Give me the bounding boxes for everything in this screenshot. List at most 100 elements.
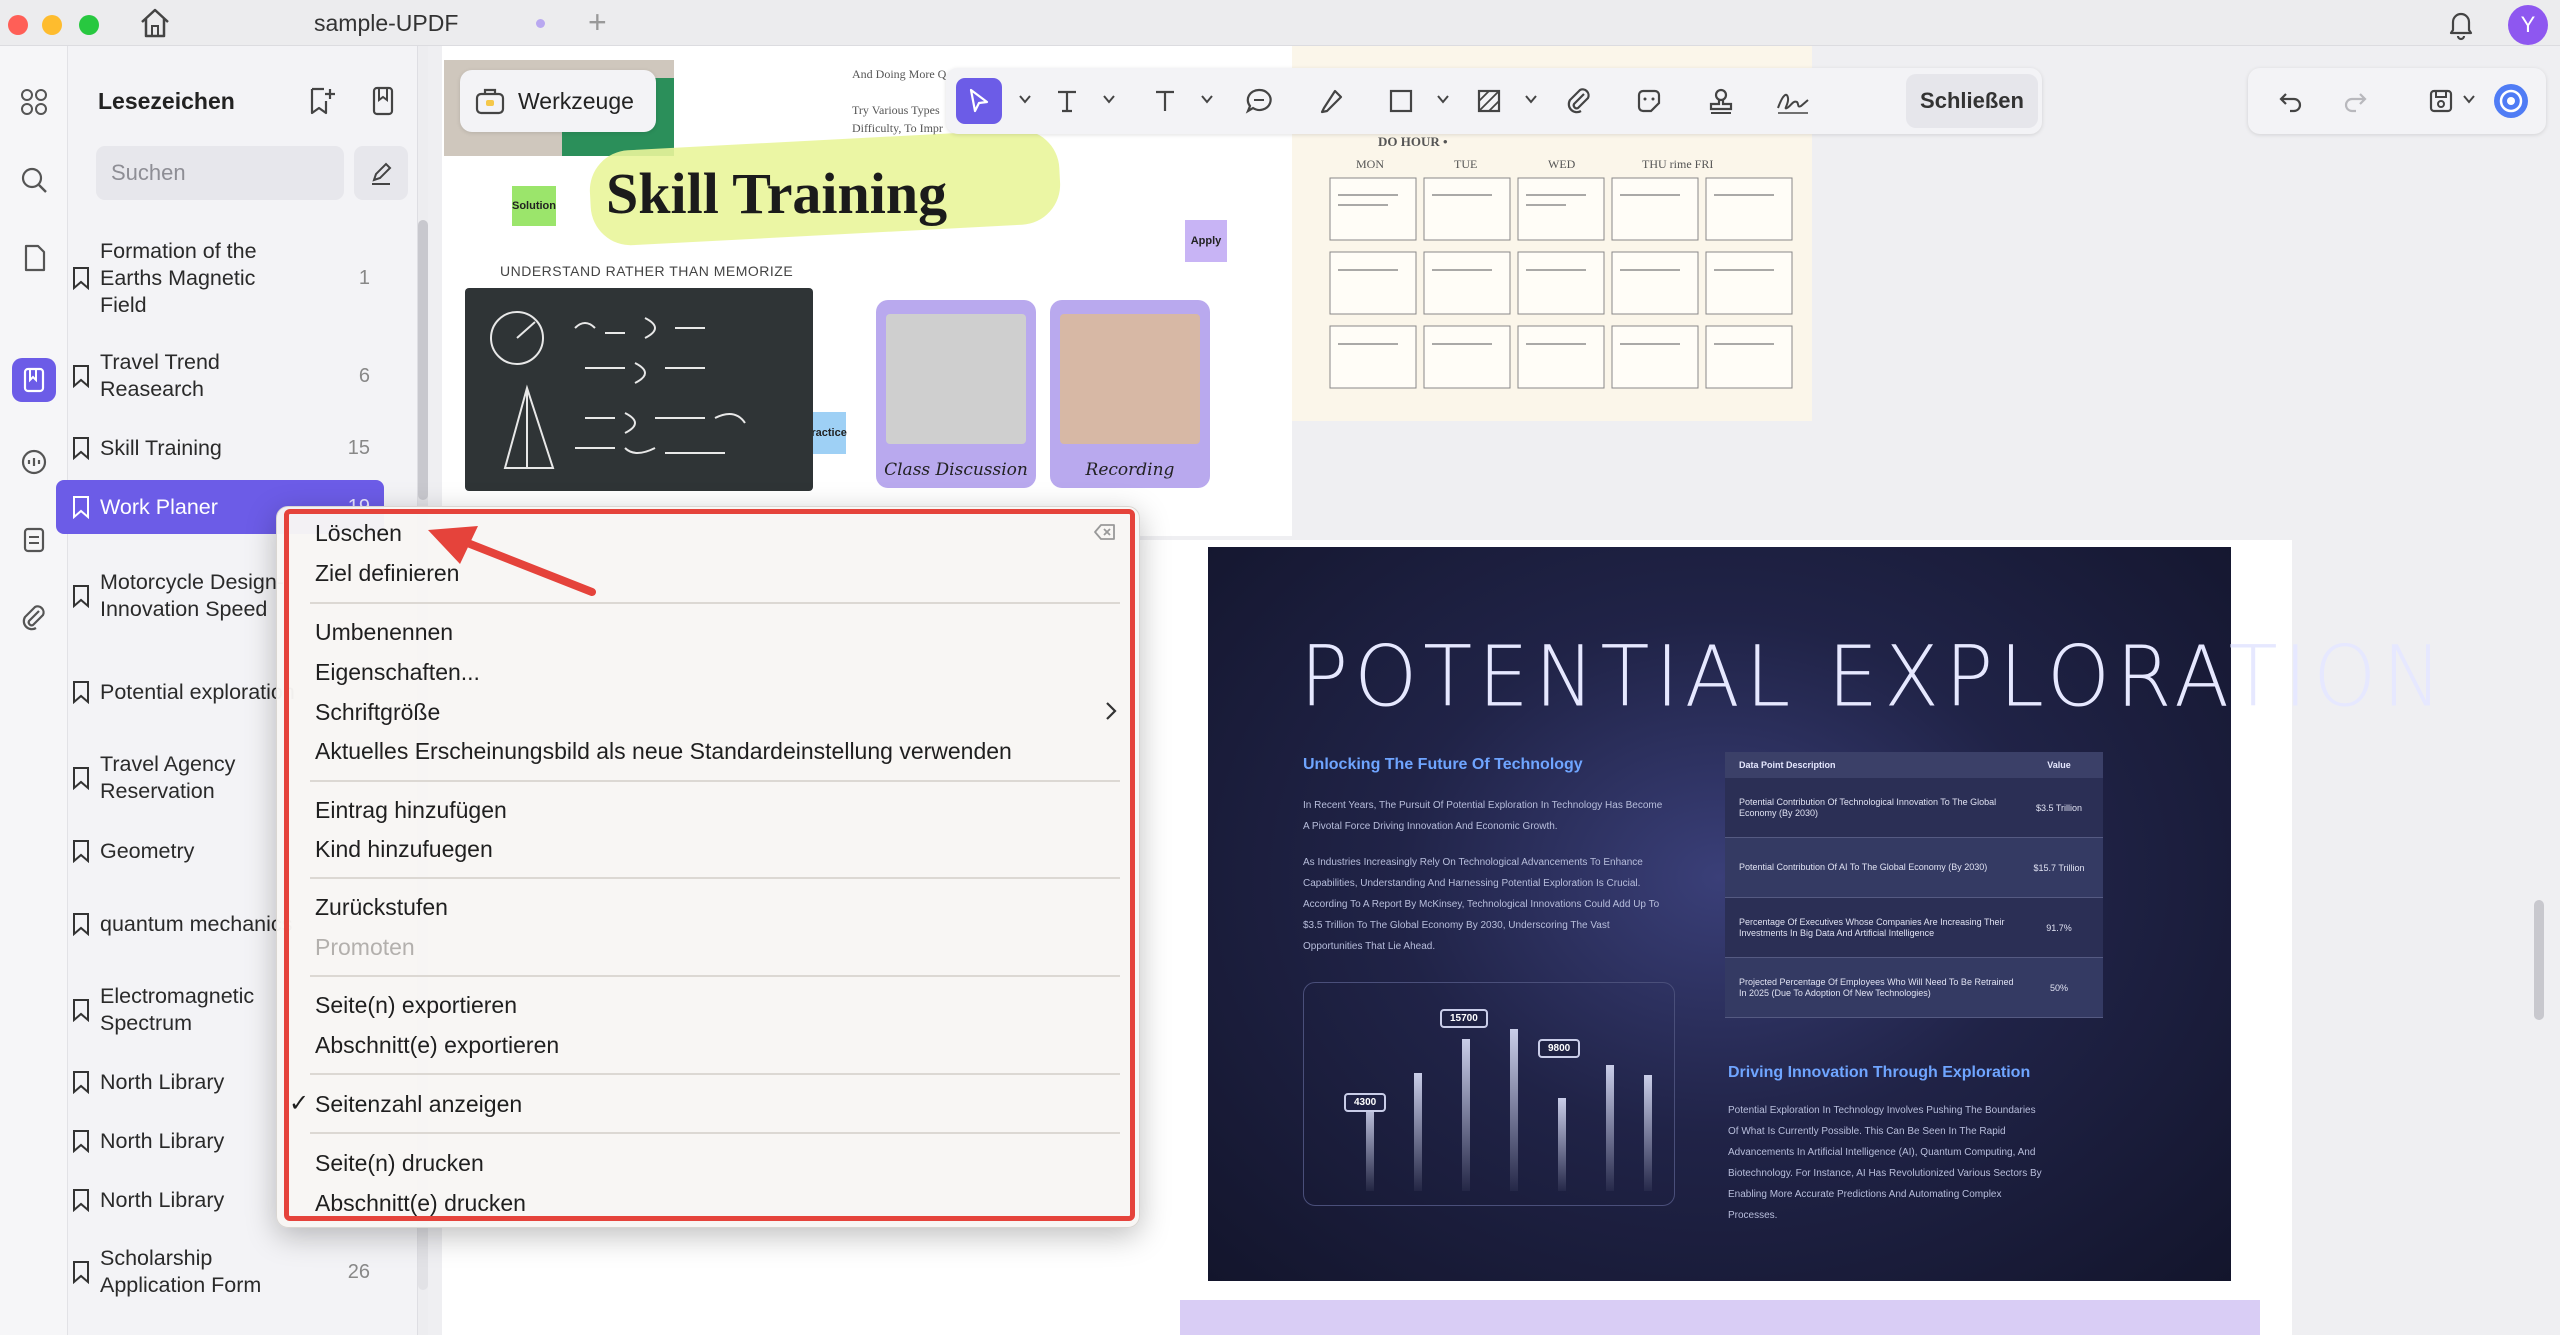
- signature-icon[interactable]: [1770, 78, 1816, 124]
- bookmark-icon: [73, 267, 89, 290]
- unsaved-dot-icon: [536, 19, 545, 28]
- panel-scrollbar-thumb[interactable]: [418, 220, 428, 500]
- menu-separator: [310, 1132, 1120, 1134]
- add-bookmark-icon[interactable]: [304, 84, 338, 118]
- menu-item-demote[interactable]: Zurückstufen: [315, 894, 448, 921]
- area-hatch-icon[interactable]: [1466, 78, 1512, 124]
- menu-item-set-default-appearance[interactable]: Aktuelles Erscheinungsbild als neue Stan…: [315, 738, 1012, 765]
- chevron-down-icon[interactable]: [2462, 92, 2476, 106]
- chevron-down-icon[interactable]: [1200, 92, 1214, 106]
- document-scrollbar-thumb[interactable]: [2534, 900, 2544, 1020]
- menu-item-show-page-number[interactable]: Seitenzahl anzeigen: [315, 1091, 522, 1118]
- table-row: Projected Percentage Of Employees Who Wi…: [1725, 958, 2103, 1018]
- chart-data-label: 9800: [1538, 1039, 1581, 1058]
- table-cell: $15.7 Trillion: [2033, 862, 2085, 873]
- save-icon[interactable]: [2418, 78, 2464, 124]
- home-icon[interactable]: [136, 6, 174, 40]
- chevron-down-icon[interactable]: [1102, 92, 1116, 106]
- menu-item-rename[interactable]: Umbenennen: [315, 619, 453, 646]
- notification-bell-icon[interactable]: [2443, 6, 2479, 42]
- table-header-cell: Value: [2047, 760, 2071, 770]
- bookmark-label: Potential exploration: [100, 679, 295, 704]
- thumbnails-grid-icon[interactable]: [12, 80, 56, 124]
- bookmark-icon: [73, 1189, 89, 1212]
- undo-icon[interactable]: [2268, 78, 2314, 124]
- pages-icon[interactable]: [12, 236, 56, 280]
- title-bar: sample-UPDF + Y: [0, 0, 2560, 46]
- ai-assistant-icon[interactable]: [2488, 78, 2534, 124]
- bookmark-icon: [73, 913, 89, 936]
- chevron-down-icon[interactable]: [1524, 92, 1538, 106]
- tools-button[interactable]: Werkzeuge: [460, 70, 656, 132]
- text-tool-icon[interactable]: [1044, 78, 1090, 124]
- document-tab[interactable]: sample-UPDF: [314, 10, 458, 37]
- menu-item-export-sections[interactable]: Abschnitt(e) exportieren: [315, 1032, 559, 1059]
- bookmark-page-number: 15: [347, 436, 370, 459]
- bookmark-label: Formation of the Earths Magnetic Field: [100, 238, 257, 317]
- exploration-paragraph: In Recent Years, The Pursuit Of Potentia…: [1303, 800, 1663, 832]
- highlighter-icon[interactable]: [1308, 78, 1354, 124]
- bookmark-panel-icon[interactable]: [12, 358, 56, 402]
- bookmark-item[interactable]: Formation of the Earths Magnetic Field 1: [56, 234, 384, 322]
- select-cursor-icon[interactable]: [956, 78, 1002, 124]
- user-avatar[interactable]: Y: [2508, 5, 2548, 45]
- close-window-button[interactable]: [8, 15, 28, 35]
- attachment-icon[interactable]: [12, 596, 56, 640]
- menu-item-print-pages[interactable]: Seite(n) drucken: [315, 1150, 484, 1177]
- bookmark-label: Skill Training: [100, 435, 222, 460]
- bookmark-label: Work Planer: [100, 494, 218, 519]
- chart-data-label: 4300: [1344, 1093, 1387, 1112]
- skill-training-subtitle: UNDERSTAND RATHER THAN MEMORIZE: [500, 263, 794, 279]
- bookmark-icon: [73, 999, 89, 1022]
- textbox-tool-icon[interactable]: [1142, 78, 1188, 124]
- table-row: Potential Contribution Of AI To The Glob…: [1725, 838, 2103, 898]
- redo-icon[interactable]: [2332, 78, 2378, 124]
- table-row: Percentage Of Executives Whose Companies…: [1725, 898, 2103, 958]
- table-header: Data Point Description Value: [1725, 752, 2103, 778]
- search-icon[interactable]: [12, 158, 56, 202]
- menu-item-add-child[interactable]: Kind hinzufuegen: [315, 836, 493, 863]
- ai-chat-icon[interactable]: [12, 440, 56, 484]
- menu-item-font-size[interactable]: Schriftgröße: [315, 699, 440, 726]
- bookmark-icon: [73, 1071, 89, 1094]
- menu-item-print-sections[interactable]: Abschnitt(e) drucken: [315, 1190, 526, 1217]
- bookmark-icon: [73, 767, 89, 790]
- menu-item-add-entry[interactable]: Eintrag hinzufügen: [315, 797, 507, 824]
- menu-item-properties[interactable]: Eigenschaften...: [315, 659, 480, 686]
- attachment-icon[interactable]: [1556, 78, 1602, 124]
- chevron-right-icon: [1106, 702, 1117, 720]
- sticker-icon[interactable]: [1626, 78, 1672, 124]
- bookmark-search-field[interactable]: [96, 146, 344, 200]
- edit-pen-icon[interactable]: [354, 146, 408, 200]
- menu-item-delete[interactable]: Löschen: [315, 520, 402, 547]
- bookmark-icon: [73, 437, 89, 460]
- close-tools-button[interactable]: Schließen: [1906, 74, 2038, 128]
- bookmark-item[interactable]: Travel Trend Reasearch 6: [56, 348, 384, 404]
- menu-item-promote: Promoten: [315, 934, 415, 960]
- menu-item-export-pages[interactable]: Seite(n) exportieren: [315, 992, 517, 1019]
- comment-icon[interactable]: [1236, 78, 1282, 124]
- maximize-window-button[interactable]: [79, 15, 99, 35]
- chevron-down-icon[interactable]: [1018, 92, 1032, 106]
- stamp-icon[interactable]: [1698, 78, 1744, 124]
- exploration-title: POTENTIAL EXPLORATION: [1300, 627, 2449, 726]
- bookmark-item[interactable]: Scholarship Application Form 26: [56, 1244, 384, 1300]
- organize-pages-icon[interactable]: [12, 518, 56, 562]
- table-cell: $3.5 Trillion: [2035, 802, 2083, 813]
- chevron-down-icon[interactable]: [1436, 92, 1450, 106]
- clear-icon[interactable]: [1093, 522, 1117, 542]
- recording-card: Recording: [1050, 300, 1210, 488]
- bookmark-options-icon[interactable]: [366, 84, 400, 118]
- annotation-toolbar: [946, 68, 2042, 134]
- bookmark-search-input[interactable]: [96, 146, 344, 200]
- rectangle-shape-icon[interactable]: [1378, 78, 1424, 124]
- bookmark-label: North Library: [100, 1069, 225, 1094]
- menu-separator: [310, 877, 1120, 879]
- bookmark-item[interactable]: Skill Training 15: [56, 430, 384, 466]
- exploration-heading: Unlocking The Future Of Technology: [1303, 756, 1583, 773]
- minimize-window-button[interactable]: [42, 15, 62, 35]
- new-tab-button[interactable]: +: [588, 4, 607, 41]
- table-cell: 50%: [2049, 982, 2068, 993]
- chart-bar: [1414, 1073, 1422, 1191]
- exploration-paragraph: As Industries Increasingly Rely On Techn…: [1303, 857, 1660, 952]
